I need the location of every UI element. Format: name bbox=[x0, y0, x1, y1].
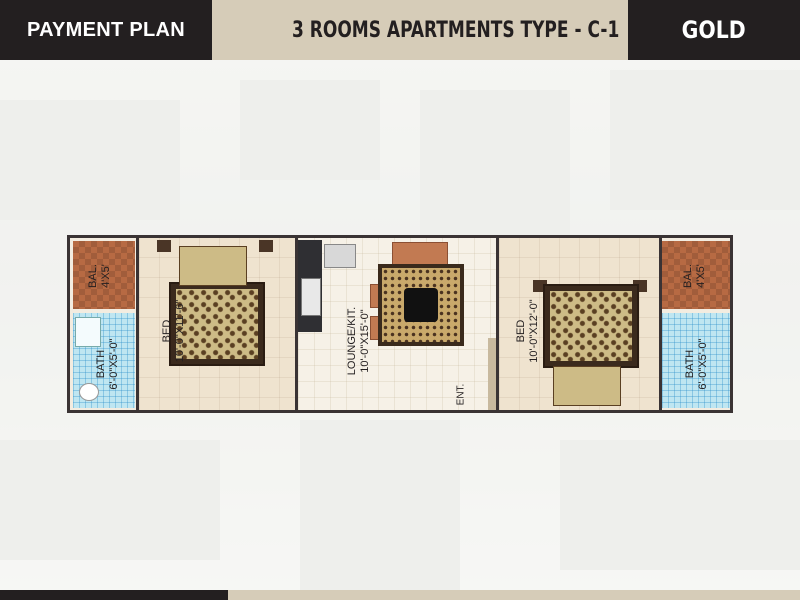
tier-label: GOLD bbox=[681, 16, 747, 44]
side-table bbox=[157, 240, 171, 252]
right-bath-size: 6'-0"X5'-0" bbox=[697, 338, 709, 390]
right-balcony: BAL. 4'X5' bbox=[662, 241, 730, 309]
left-bath-name: BATH bbox=[95, 349, 107, 379]
payment-plan-label: PAYMENT PLAN bbox=[0, 0, 212, 60]
left-balcony: BAL. 4'X5' bbox=[73, 241, 135, 309]
left-balcony-label: BAL. 4'X5' bbox=[87, 241, 113, 311]
footer-bar-tan bbox=[228, 590, 800, 600]
lounge-name: LOUNGE/KIT. bbox=[346, 306, 358, 376]
page-title: 3 ROOMS APARTMENTS TYPE - C-1 bbox=[292, 17, 620, 43]
entrance-label: ENT. bbox=[455, 383, 467, 406]
right-balcony-label: BAL. 4'X5' bbox=[682, 241, 708, 311]
footer-bar-dark bbox=[0, 590, 228, 600]
stove-icon bbox=[301, 278, 321, 316]
chair bbox=[392, 242, 448, 266]
bed-2-size: 10'-0"X12'-0" bbox=[528, 299, 540, 363]
right-bath-name: BATH bbox=[684, 349, 696, 379]
bed-2-name: BED bbox=[515, 319, 527, 343]
bed-1-label: BED 10'-0"X11'-6" bbox=[161, 266, 187, 396]
sink-icon bbox=[324, 244, 356, 268]
bed-1-size: 10'-0"X11'-6" bbox=[174, 299, 186, 363]
bedroom-1: BED 10'-0"X11'-6" bbox=[139, 238, 295, 410]
right-bath: BATH 6'-0"X5'-0" bbox=[662, 313, 730, 408]
header-bar: PAYMENT PLAN 3 ROOMS APARTMENTS TYPE - C… bbox=[0, 0, 800, 60]
left-bath: BATH 6'-0"X5'-0" bbox=[73, 313, 135, 408]
lounge-kitchen: LOUNGE/KIT. 10'-0"X15'-0" ENT. bbox=[298, 238, 496, 410]
bedroom-2: BED 10'-0"X12'-0" bbox=[499, 238, 659, 410]
right-balcony-size: 4'X5' bbox=[695, 264, 707, 288]
entrance-door bbox=[488, 338, 496, 410]
bed-1-name: BED bbox=[161, 319, 173, 343]
side-table bbox=[259, 240, 273, 252]
lounge-size: 10'-0"X15'-0" bbox=[359, 309, 371, 373]
left-balcony-name: BAL. bbox=[87, 264, 99, 288]
left-bath-label: BATH 6'-0"X5'-0" bbox=[95, 329, 121, 399]
rug-dining-table bbox=[378, 264, 464, 346]
headboard-quilt bbox=[179, 246, 247, 286]
right-bath-label: BATH 6'-0"X5'-0" bbox=[684, 329, 710, 399]
lounge-label: LOUNGE/KIT. 10'-0"X15'-0" bbox=[346, 276, 372, 406]
title-panel: 3 ROOMS APARTMENTS TYPE - C-1 bbox=[212, 0, 628, 60]
right-balcony-name: BAL. bbox=[682, 264, 694, 288]
tier-label-panel: GOLD bbox=[628, 0, 800, 60]
bed-2-furniture bbox=[543, 284, 639, 368]
left-balcony-size: 4'X5' bbox=[100, 264, 112, 288]
bed-2-label: BED 10'-0"X12'-0" bbox=[515, 266, 541, 396]
floor-plan: BAL. 4'X5' BATH 6'-0"X5'-0" BED 10'-0"X1… bbox=[67, 235, 733, 413]
footboard-quilt bbox=[553, 366, 621, 406]
left-bath-size: 6'-0"X5'-0" bbox=[108, 338, 120, 390]
